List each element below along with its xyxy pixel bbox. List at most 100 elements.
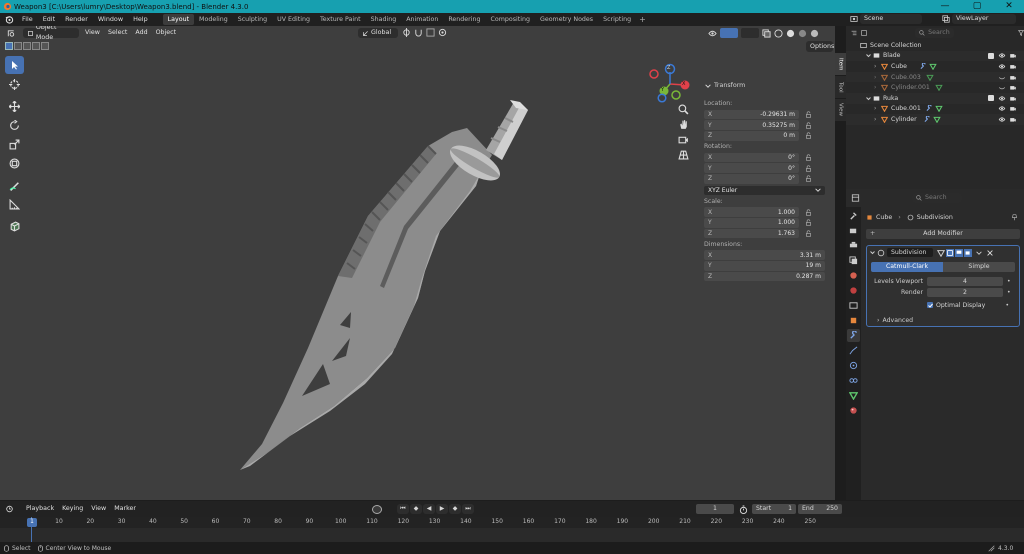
tab-output[interactable] [847, 239, 860, 252]
sidebar-tab-item[interactable]: Item [835, 53, 846, 75]
location-y-field[interactable]: Y 0.35275 m [704, 120, 799, 130]
scale-y-field[interactable]: Y 1.000 [704, 218, 799, 228]
catmull-clark-option[interactable]: Catmull-Clark [871, 262, 943, 272]
play-icon[interactable]: ▶ [436, 504, 448, 514]
menu-file[interactable]: File [17, 13, 38, 26]
properties-search[interactable]: Search [912, 193, 962, 203]
eye-icon[interactable] [998, 63, 1006, 70]
tab-texture-paint[interactable]: Texture Paint [315, 14, 366, 25]
chevron-down-icon[interactable] [870, 250, 875, 255]
menu-edit[interactable]: Edit [38, 13, 60, 26]
outliner-row-cube[interactable]: › Cube [846, 61, 1024, 72]
dimensions-z-field[interactable]: Z 0.287 m [704, 271, 825, 282]
add-modifier-button[interactable]: + Add Modifier [866, 229, 1020, 239]
tab-modifiers[interactable] [847, 329, 860, 342]
navigation-gizmo[interactable]: X Y Z [648, 60, 694, 106]
simple-option[interactable]: Simple [943, 262, 1015, 272]
lock-icon[interactable] [805, 175, 812, 182]
camera-render-icon[interactable] [1009, 116, 1017, 123]
tab-geometry-nodes[interactable]: Geometry Nodes [535, 14, 598, 25]
tab-physics[interactable] [847, 359, 860, 372]
timeline-menu-keying[interactable]: Keying [58, 504, 87, 514]
menu-help[interactable]: Help [128, 13, 153, 26]
playhead-frame[interactable]: 1 [27, 518, 37, 527]
lock-icon[interactable] [805, 111, 812, 118]
lock-icon[interactable] [805, 132, 812, 139]
pin-icon[interactable] [1011, 213, 1018, 221]
camera-render-icon[interactable] [1009, 52, 1017, 59]
modifier-wrench-icon[interactable] [923, 115, 931, 123]
modifier-name-field[interactable]: Subdivision [887, 248, 933, 257]
filter-icon[interactable] [1017, 29, 1024, 37]
tab-world[interactable] [847, 284, 860, 297]
levels-viewport-field[interactable]: 4 [927, 276, 1003, 286]
keyframe-dot-icon[interactable]: • [1007, 289, 1011, 296]
modifier-wrench-icon[interactable] [919, 62, 927, 70]
lock-icon[interactable] [805, 165, 812, 172]
tab-rendering[interactable]: Rendering [443, 14, 485, 25]
pan-hand-icon[interactable] [678, 119, 689, 130]
menu-render[interactable]: Render [60, 13, 93, 26]
start-frame-field[interactable]: Start 1 [752, 504, 796, 514]
camera-render-icon[interactable] [1009, 63, 1017, 70]
tab-collection[interactable] [847, 299, 860, 312]
outliner-row-scene-collection[interactable]: Scene Collection [846, 40, 1024, 51]
blender-menu-icon[interactable] [5, 15, 14, 24]
keyframe-dot-icon[interactable]: • [1007, 278, 1011, 285]
mesh-data-icon[interactable] [935, 105, 943, 113]
tab-sculpting[interactable]: Sculpting [233, 14, 272, 25]
sidebar-tab-tool[interactable]: Tool [835, 76, 846, 98]
timeline-menu-view[interactable]: View [87, 504, 110, 514]
lock-icon[interactable] [805, 154, 812, 161]
advanced-subpanel[interactable]: › Advanced [867, 315, 1019, 325]
zoom-icon[interactable] [678, 104, 689, 115]
mesh-data-icon[interactable] [935, 84, 943, 92]
viewlayer-name[interactable]: ViewLayer [952, 14, 1016, 24]
tab-scripting[interactable]: Scripting [598, 14, 636, 25]
viewport-display-icon[interactable] [955, 248, 963, 257]
location-x-field[interactable]: X -0.29631 m [704, 109, 799, 120]
keyframe-dot-icon[interactable]: • [1005, 302, 1009, 309]
stopwatch-icon[interactable] [739, 505, 748, 514]
tab-compositing[interactable]: Compositing [485, 14, 534, 25]
camera-view-icon[interactable] [678, 134, 689, 145]
current-frame-field[interactable]: 1 [696, 504, 734, 514]
minimize-button[interactable]: — [930, 0, 960, 13]
tab-modeling[interactable]: Modeling [194, 14, 233, 25]
add-workspace-button[interactable]: + [636, 15, 649, 24]
tab-particles[interactable] [847, 344, 860, 357]
tab-material[interactable] [847, 404, 860, 417]
lock-icon[interactable] [805, 219, 812, 226]
viewlayer-selector[interactable]: ViewLayer [942, 14, 1016, 24]
render-levels-field[interactable]: 2 [927, 287, 1003, 297]
scale-x-field[interactable]: X 1.000 [704, 207, 799, 217]
rotation-x-field[interactable]: X 0° [704, 152, 799, 163]
eye-closed-icon[interactable] [998, 84, 1006, 91]
dimensions-y-field[interactable]: Y 19 m [704, 261, 825, 271]
prev-keyframe-icon[interactable]: ◆ [410, 504, 422, 514]
outliner-row-cylinder-001[interactable]: › Cylinder.001 [846, 82, 1024, 93]
play-reverse-icon[interactable]: ◀ [423, 504, 435, 514]
lock-icon[interactable] [805, 121, 812, 129]
next-keyframe-icon[interactable]: ◆ [449, 504, 461, 514]
close-button[interactable]: ✕ [994, 0, 1024, 13]
modifier-wrench-icon[interactable] [925, 105, 933, 112]
eye-icon[interactable] [998, 52, 1006, 59]
timeline-menu-marker[interactable]: Marker [110, 504, 140, 514]
outliner-row-cube-001[interactable]: › Cube.001 [846, 104, 1024, 115]
camera-render-icon[interactable] [1009, 74, 1017, 81]
lock-icon[interactable] [805, 209, 812, 216]
tab-data[interactable] [847, 389, 860, 402]
tab-render[interactable] [847, 224, 860, 237]
eye-icon[interactable] [998, 105, 1006, 112]
tab-constraints[interactable] [847, 374, 860, 387]
optimal-display-checkbox[interactable] [927, 302, 933, 308]
properties-editor-icon[interactable] [851, 194, 860, 202]
camera-render-icon[interactable] [1009, 84, 1017, 91]
mesh-data-icon[interactable] [926, 74, 934, 81]
outliner-row-ruka[interactable]: Ruka [846, 92, 1024, 104]
checkbox-checked-icon[interactable] [988, 52, 994, 59]
camera-render-icon[interactable] [1009, 95, 1017, 102]
transform-panel-header[interactable]: Transform [700, 80, 828, 92]
outliner-row-cube-003[interactable]: › Cube.003 [846, 71, 1024, 83]
